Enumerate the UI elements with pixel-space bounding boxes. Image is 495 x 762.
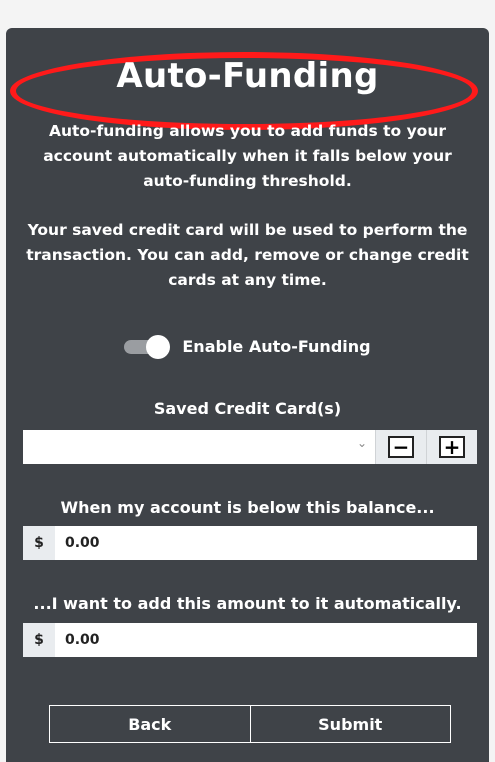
add-card-wrap: + [426,430,477,464]
saved-cards-row: ⌄ − + [23,430,477,464]
saved-cards-label: Saved Credit Card(s) [153,399,342,418]
chevron-down-icon: ⌄ [356,436,367,450]
topup-amount-input[interactable] [55,623,477,657]
back-button[interactable]: Back [49,705,251,743]
saved-cards-select[interactable]: ⌄ [23,430,375,464]
remove-card-wrap: − [375,430,426,464]
threshold-amount-input[interactable] [55,526,477,560]
title-container: Auto-Funding [6,48,489,104]
topup-input-group: $ [23,623,477,657]
description-text-1: Auto-funding allows you to add funds to … [43,122,452,190]
enable-auto-funding-label[interactable]: Enable Auto-Funding [182,337,370,356]
enable-auto-funding-row: Enable Auto-Funding [6,331,489,361]
threshold-currency-addon: $ [23,526,55,560]
topup-currency-addon: $ [23,623,55,657]
action-buttons: Back Submit [49,705,451,743]
submit-button[interactable]: Submit [250,705,451,743]
remove-card-button[interactable]: − [388,436,414,458]
add-card-button[interactable]: + [439,436,465,458]
toggle-knob [146,335,171,359]
enable-auto-funding-toggle[interactable] [124,335,172,359]
description-text-2: Your saved credit card will be used to p… [26,221,469,289]
page-title: Auto-Funding [116,56,379,96]
threshold-input-group: $ [23,526,477,560]
auto-funding-panel: Auto-Funding Auto-funding allows you to … [6,28,489,762]
threshold-label: When my account is below this balance... [60,498,435,517]
topup-label: ...I want to add this amount to it autom… [33,594,462,613]
